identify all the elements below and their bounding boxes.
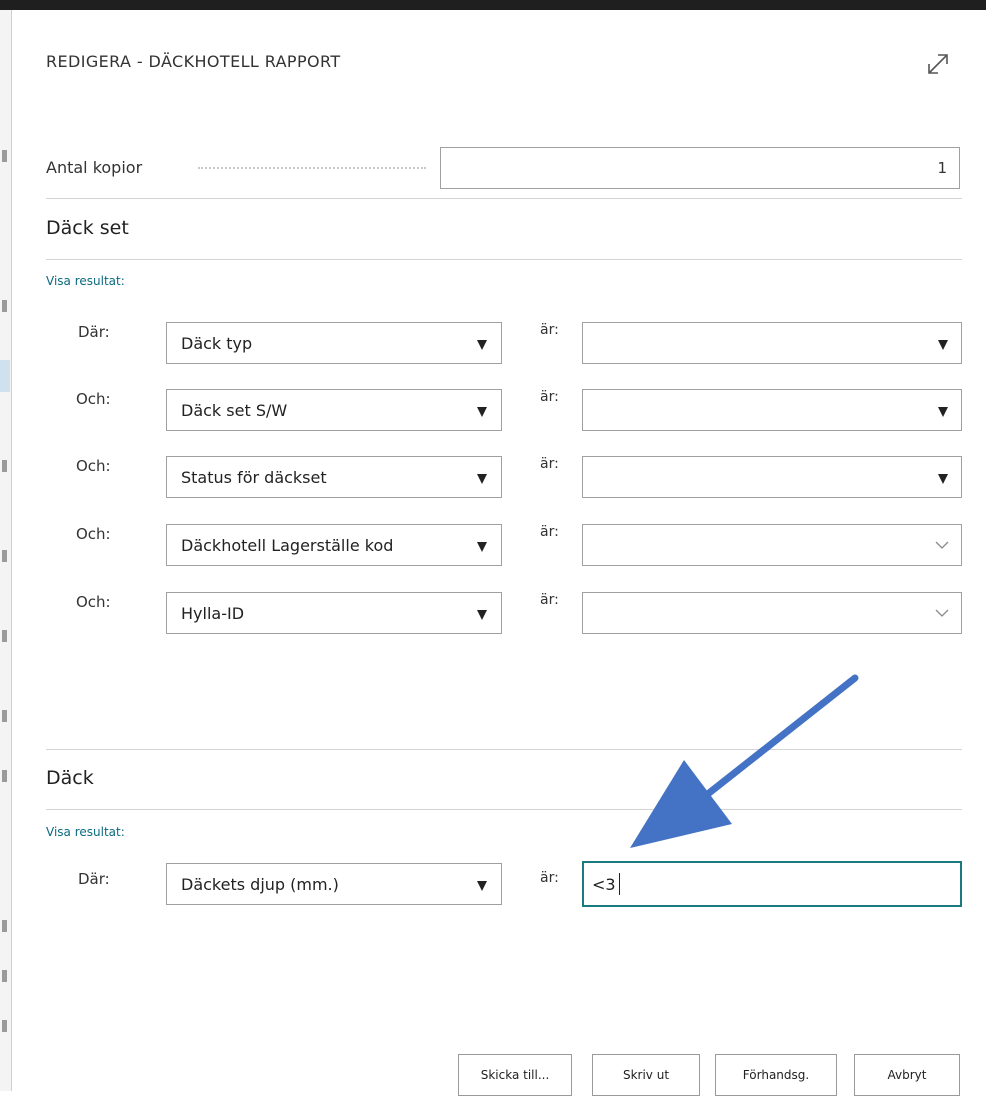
background-text-fragment [2,550,7,562]
filter-is-label: är: [540,322,559,338]
dialog-title: REDIGERA - DÄCKHOTELL RAPPORT [46,52,341,71]
filter-connector: Där: [78,323,110,341]
background-text-fragment [2,770,7,782]
filter-value-select[interactable] [582,322,962,364]
send-to-button[interactable]: Skicka till... [458,1054,572,1096]
filter-is-label: är: [540,870,559,886]
background-text-fragment [2,970,7,982]
dropdown-triangle-icon [477,542,487,552]
label-dot-leader [198,167,426,169]
report-request-dialog: REDIGERA - DÄCKHOTELL RAPPORT Antal kopi… [12,10,986,1096]
cancel-button[interactable]: Avbryt [854,1054,960,1096]
filter-is-label: är: [540,456,559,472]
filter-field-select[interactable]: Däckets djup (mm.) [166,863,502,905]
background-text-fragment [2,710,7,722]
filter-field-value: Däck typ [181,334,253,353]
dropdown-triangle-icon [938,407,948,417]
filter-field-select[interactable]: Hylla-ID [166,592,502,634]
filter-is-label: är: [540,592,559,608]
dropdown-triangle-icon [477,407,487,417]
background-text-fragment [2,1020,7,1032]
filter-is-label: är: [540,389,559,405]
filter-value-lookup[interactable] [582,524,962,566]
preview-button[interactable]: Förhandsg. [715,1054,837,1096]
filter-connector: Och: [76,457,111,475]
filter-value-select[interactable] [582,389,962,431]
filter-field-value: Däck set S/W [181,401,288,420]
background-text-fragment [2,920,7,932]
filter-field-select[interactable]: Däck set S/W [166,389,502,431]
filter-connector: Och: [76,593,111,611]
show-results-label: Visa resultat: [46,274,125,288]
copies-input[interactable] [440,147,960,189]
filter-field-value: Däckets djup (mm.) [181,875,339,894]
background-text-fragment [2,630,7,642]
show-results-label: Visa resultat: [46,825,125,839]
divider [46,749,962,750]
dropdown-triangle-icon [477,340,487,350]
divider [46,198,962,199]
dropdown-triangle-icon [477,474,487,484]
chevron-down-icon [935,609,949,617]
dropdown-triangle-icon [938,474,948,484]
top-window-bar [0,0,986,10]
filter-connector: Och: [76,525,111,543]
section-title-tire-set: Däck set [46,217,129,239]
filter-value-input[interactable]: <3 [582,861,962,907]
chevron-down-icon [935,541,949,549]
print-button[interactable]: Skriv ut [592,1054,700,1096]
background-text-fragment [2,150,7,162]
background-page-strip [0,10,12,1091]
filter-field-select[interactable]: Däckhotell Lagerställe kod [166,524,502,566]
filter-field-value: Hylla-ID [181,604,245,623]
filter-value-text: <3 [592,875,616,894]
filter-field-value: Status för däckset [181,468,327,487]
expand-diagonal-icon[interactable] [924,50,952,78]
filter-field-select[interactable]: Däck typ [166,322,502,364]
dropdown-triangle-icon [477,881,487,891]
section-title-tire: Däck [46,767,94,789]
filter-is-label: är: [540,524,559,540]
filter-connector: Där: [78,870,110,888]
dropdown-triangle-icon [938,340,948,350]
divider [46,259,962,260]
text-cursor [619,873,620,895]
background-selection-fragment [0,360,10,392]
filter-field-select[interactable]: Status för däckset [166,456,502,498]
filter-value-lookup[interactable] [582,592,962,634]
filter-field-value: Däckhotell Lagerställe kod [181,536,394,555]
dropdown-triangle-icon [477,610,487,620]
filter-connector: Och: [76,390,111,408]
filter-value-select[interactable] [582,456,962,498]
copies-label: Antal kopior [46,158,143,177]
background-text-fragment [2,460,7,472]
background-text-fragment [2,300,7,312]
divider [46,809,962,810]
